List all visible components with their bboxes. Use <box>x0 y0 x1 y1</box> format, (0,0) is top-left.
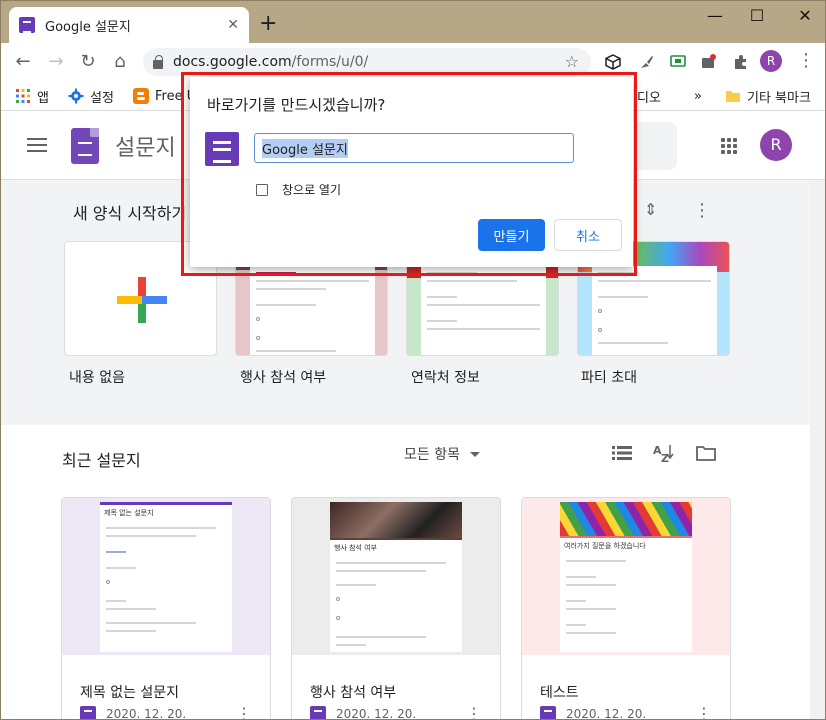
thumb-heading: 여러가지 질문을 하겠습니다 <box>564 542 646 550</box>
chevron-double-icon: » <box>694 88 702 104</box>
back-arrow-icon[interactable]: ← <box>11 51 35 73</box>
forms-logo-icon[interactable] <box>71 128 99 164</box>
form-thumbnail: 여러가지 질문을 하겠습니다 <box>522 498 730 655</box>
form-title: 행사 참석 여부 <box>310 685 397 701</box>
bookmarks-overflow[interactable]: » <box>694 87 702 105</box>
recent-form-card[interactable]: 제목 없는 설문지 제목 없는 설문지 2020. 12. 20. ⋮ <box>61 497 271 720</box>
brush-extension-icon[interactable] <box>637 53 655 71</box>
app-title[interactable]: 설문지 <box>115 130 176 162</box>
forward-arrow-icon[interactable]: → <box>44 51 68 73</box>
svg-text:Z: Z <box>661 452 669 463</box>
account-avatar[interactable]: R <box>760 129 792 161</box>
browser-window: Google 설문지 ✕ + — ☐ ✕ ← → ↻ ⌂ docs.google… <box>0 0 826 720</box>
form-more-icon[interactable]: ⋮ <box>236 704 252 719</box>
lock-icon <box>153 54 163 69</box>
forms-file-icon <box>540 706 556 719</box>
search-box[interactable] <box>637 122 677 170</box>
form-title: 테스트 <box>540 685 579 701</box>
form-more-icon[interactable]: ⋮ <box>466 704 482 719</box>
form-meta: 2020. 12. 20. <box>540 706 647 720</box>
page-scrollbar[interactable] <box>810 180 825 719</box>
google-apps-icon[interactable] <box>721 138 737 154</box>
thumb-heading: 행사 참석 여부 <box>334 544 378 552</box>
browser-profile-avatar[interactable]: R <box>760 50 782 72</box>
filter-label: 모든 항목 <box>404 447 460 463</box>
gallery-title: 새 양식 시작하기 <box>73 204 187 223</box>
bookmark-star-icon[interactable]: ☆ <box>565 52 579 71</box>
main-menu-icon[interactable] <box>27 138 47 152</box>
gear-icon <box>68 88 84 104</box>
template-label: 연락처 정보 <box>411 370 480 386</box>
list-view-icon[interactable] <box>612 445 632 461</box>
caret-down-icon <box>469 451 480 457</box>
screen-extension-icon[interactable] <box>669 53 687 71</box>
expand-collapse-icon[interactable]: ⇕ <box>644 200 657 219</box>
bookmark-label: 디오 <box>637 90 661 106</box>
form-meta: 2020. 12. 20. <box>80 706 187 720</box>
folder-icon <box>726 91 740 102</box>
form-title: 제목 없는 설문지 <box>80 685 180 701</box>
forms-file-icon <box>310 706 326 719</box>
puzzle-extensions-icon[interactable] <box>732 53 750 71</box>
bookmark-audio[interactable]: 디오 <box>637 87 661 106</box>
title-bar: Google 설문지 ✕ + — ☐ ✕ <box>1 1 825 43</box>
video-extension-icon[interactable] <box>700 53 718 71</box>
form-date: 2020. 12. 20. <box>106 707 187 720</box>
url-host: docs.google.com <box>173 54 292 70</box>
template-label: 내용 없음 <box>69 370 125 386</box>
sort-az-icon[interactable]: AZ <box>653 443 675 463</box>
tab-close-icon[interactable]: ✕ <box>227 17 239 33</box>
bookmark-label: 설정 <box>90 90 114 106</box>
folder-picker-icon[interactable] <box>696 445 716 461</box>
minimize-button[interactable]: — <box>695 5 735 27</box>
browser-menu-icon[interactable]: ⋮ <box>797 51 815 71</box>
browser-tab[interactable]: Google 설문지 ✕ <box>9 7 249 43</box>
tab-title: Google 설문지 <box>45 19 131 35</box>
url-path: /forms/u/0/ <box>291 54 369 70</box>
recent-form-card[interactable]: 여러가지 질문을 하겠습니다 테스트 2020. 12. 20. ⋮ <box>521 497 731 720</box>
owner-filter-dropdown[interactable]: 모든 항목 <box>404 444 480 464</box>
new-tab-button[interactable]: + <box>259 13 277 35</box>
thumb-heading: 제목 없는 설문지 <box>104 509 154 517</box>
bookmark-other[interactable]: 기타 북마크 <box>725 87 811 106</box>
reload-icon[interactable]: ↻ <box>76 51 100 73</box>
form-more-icon[interactable]: ⋮ <box>696 704 712 719</box>
forms-file-icon <box>80 706 96 719</box>
form-date: 2020. 12. 20. <box>336 707 417 720</box>
form-thumbnail: 행사 참석 여부 <box>292 498 500 655</box>
recent-form-card[interactable]: 행사 참석 여부 행사 참석 여부 2020. 12. 20. ⋮ <box>291 497 501 720</box>
cube-extension-icon[interactable] <box>604 53 622 71</box>
maximize-button[interactable]: ☐ <box>737 5 777 27</box>
apps-grid-icon <box>16 89 30 103</box>
forms-favicon-icon <box>19 17 35 33</box>
template-label: 행사 참석 여부 <box>240 370 327 386</box>
form-date: 2020. 12. 20. <box>566 707 647 720</box>
blogger-icon <box>133 88 149 104</box>
bookmark-settings[interactable]: 설정 <box>68 87 114 106</box>
form-thumbnail: 제목 없는 설문지 <box>62 498 270 655</box>
bookmark-label: 기타 북마크 <box>747 90 811 106</box>
close-window-button[interactable]: ✕ <box>785 5 825 27</box>
bookmark-apps[interactable]: 앱 <box>15 87 49 106</box>
gallery-menu-icon[interactable]: ⋮ <box>693 200 711 221</box>
template-label: 파티 초대 <box>581 370 637 386</box>
plus-icon <box>117 277 167 323</box>
bookmark-label: 앱 <box>37 90 49 106</box>
dialog-highlight-frame <box>181 72 637 276</box>
home-icon[interactable]: ⌂ <box>108 51 132 73</box>
recent-forms-title: 최근 설문지 <box>62 451 141 470</box>
form-meta: 2020. 12. 20. <box>310 706 417 720</box>
